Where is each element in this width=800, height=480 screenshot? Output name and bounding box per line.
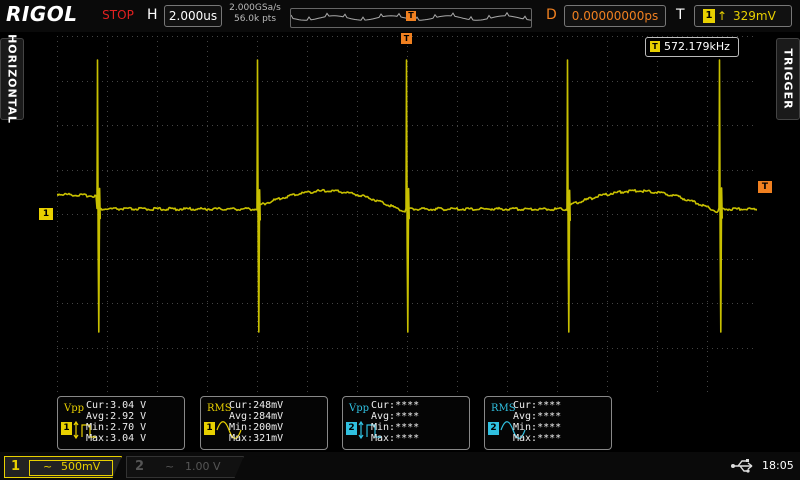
horizontal-label: H [147,7,158,23]
run-stop-status[interactable]: STOP [98,6,138,24]
ch1-settings-tab[interactable]: 1 ~ 500mV [4,456,122,478]
trigger-level: 329mV [733,9,776,23]
measurement-name: Vpp [349,403,370,414]
measurement-avg: Avg:2.92 V [86,411,147,422]
trigger-icon: T [650,41,660,52]
waveform-display[interactable] [57,36,757,392]
ch2-settings-tab[interactable]: 2 ~ 1.00 V [126,456,244,478]
ch1-scale: 500mV [61,460,101,473]
ac-coupling-icon: ~ [43,460,53,473]
channel-badge: 2 [488,422,499,435]
ch1-waveform [57,59,757,333]
trigger-settings[interactable]: 1 ↑ 329mV [694,5,792,27]
memory-overview-strip[interactable]: T [290,8,532,28]
usb-icon [731,459,753,473]
delay-field[interactable]: 0.00000000ps [564,5,666,27]
horizontal-side-tab[interactable]: HORIZONTAL [0,34,24,124]
trigger-time-marker[interactable]: T [401,33,412,44]
measurement-min: Min:2.70 V [86,422,147,433]
frequency-counter: T 572.179kHz [645,37,739,57]
channel-badge: 1 [61,422,72,435]
ch1-number: 1 [11,459,21,474]
measurement-avg: Avg:284mV [229,411,284,422]
trigger-side-tab[interactable]: TRIGGER [776,38,800,120]
measurement-rms-ch1[interactable]: RMS 1 Cur:248mV Avg:284mV Min:200mV Max:… [200,396,328,450]
measurement-max: Max:3.04 V [86,433,147,444]
timebase-field[interactable]: 2.000us [164,5,222,27]
channel-status-bar: 1 ~ 500mV 2 ~ 1.00 V 18:05 [0,452,800,480]
measurement-cur: Cur:**** [513,400,562,411]
brand-logo: RIGOL [6,2,78,26]
sample-rate: 2.000GSa/s [229,3,281,13]
measurement-avg: Avg:**** [513,411,562,422]
top-status-bar: RIGOL STOP H 2.000us 2.000GSa/s 56.0k pt… [0,0,800,32]
measurement-max: Max:**** [513,433,562,444]
ac-coupling-icon: ~ [165,460,175,473]
trigger-label: T [676,7,685,23]
trigger-position-marker[interactable]: T [406,11,416,21]
measurement-vpp-ch1[interactable]: Vpp 1 Cur:3.04 V Avg:2.92 V Min:2.70 V M… [57,396,185,450]
frequency-value: 572.179kHz [664,40,730,53]
channel-badge: 2 [346,422,357,435]
ch1-offset-marker[interactable]: 1 [39,208,53,220]
trigger-level-marker[interactable]: T [758,181,772,193]
measurement-avg: Avg:**** [371,411,420,422]
system-clock: 18:05 [762,459,794,472]
trigger-tab-label: TRIGGER [781,48,795,110]
measurement-cur: Cur:**** [371,400,420,411]
memory-depth: 56.0k pts [233,14,277,24]
measurement-cur: Cur:3.04 V [86,400,147,411]
measurement-min: Min:200mV [229,422,284,433]
measurement-cur: Cur:248mV [229,400,284,411]
rising-edge-icon: ↑ [717,9,728,23]
measurement-vpp-ch2[interactable]: Vpp 2 Cur:**** Avg:**** Min:**** Max:***… [342,396,470,450]
measurement-name: Vpp [64,403,85,414]
channel-badge: 1 [204,422,215,435]
measurement-max: Max:321mV [229,433,284,444]
delay-label: D [546,7,557,23]
ch2-number: 2 [135,459,145,474]
measurement-max: Max:**** [371,433,420,444]
measurement-min: Min:**** [513,422,562,433]
trigger-source-badge: 1 [703,9,715,23]
measurement-min: Min:**** [371,422,420,433]
measurement-name: RMS [491,403,516,414]
ch2-scale: 1.00 V [185,460,221,473]
measurement-name: RMS [207,403,232,414]
measurement-rms-ch2[interactable]: RMS 2 Cur:**** Avg:**** Min:**** Max:***… [484,396,612,450]
horizontal-tab-label: HORIZONTAL [5,34,19,124]
